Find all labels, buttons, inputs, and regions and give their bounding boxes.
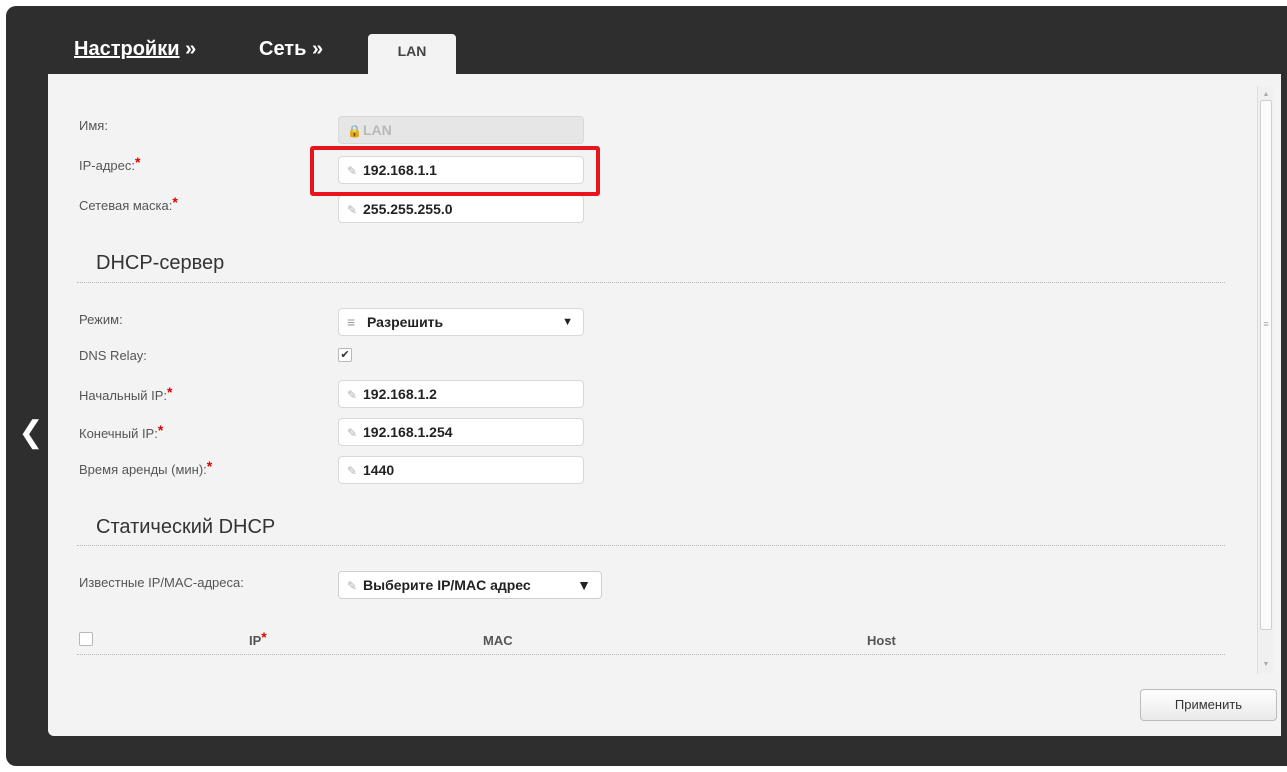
mask-label-text: Сетевая маска: <box>79 198 173 213</box>
pencil-icon: ✎ <box>347 464 358 478</box>
breadcrumb-settings: Настройки » <box>74 38 196 61</box>
start-ip-value: 192.168.1.2 <box>363 386 437 402</box>
ip-address-value: 192.168.1.1 <box>363 162 437 178</box>
name-value: LAN <box>363 122 392 138</box>
triangle-down-icon: ▼ <box>562 316 573 328</box>
pencil-icon: ✎ <box>347 203 358 217</box>
end-ip-input[interactable]: ✎ 192.168.1.254 <box>338 418 584 446</box>
lease-time-label-text: Время аренды (мин): <box>79 462 207 477</box>
table-header-divider <box>77 654 1225 655</box>
start-ip-label-text: Начальный IP: <box>79 388 167 403</box>
netmask-value: 255.255.255.0 <box>363 201 453 217</box>
triangle-down-icon: ▼ <box>577 577 591 593</box>
column-header-ip-text: IP <box>249 633 262 648</box>
vertical-scrollbar[interactable]: ▲ ≡ ▼ <box>1257 86 1273 674</box>
grip-icon: ≡ <box>1263 319 1269 329</box>
breadcrumb-separator: » <box>185 38 197 60</box>
known-addresses-placeholder: Выберите IP/MAC адрес <box>363 577 531 593</box>
back-chevron-icon[interactable]: ❮ <box>16 418 46 448</box>
mode-value: Разрешить <box>367 314 444 330</box>
ip-address-input[interactable]: ✎ 192.168.1.1 <box>338 156 584 184</box>
required-mark: * <box>206 458 213 474</box>
end-ip-value: 192.168.1.254 <box>363 424 453 440</box>
dns-relay-label: DNS Relay: <box>79 348 147 363</box>
required-mark: * <box>167 384 173 400</box>
known-addresses-select[interactable]: ✎ Выберите IP/MAC адрес ▼ <box>338 571 602 599</box>
name-field: 🔒LAN <box>338 116 584 144</box>
lease-time-input[interactable]: ✎ 1440 <box>338 456 584 484</box>
start-ip-input[interactable]: ✎ 192.168.1.2 <box>338 380 584 408</box>
list-icon: ≡ <box>347 314 356 330</box>
start-ip-label: Начальный IP:* <box>79 384 172 404</box>
netmask-input[interactable]: ✎ 255.255.255.0 <box>338 195 584 223</box>
scroll-down-icon[interactable]: ▼ <box>1258 658 1274 672</box>
settings-panel <box>48 74 1281 736</box>
end-ip-label: Конечный IP:* <box>79 422 163 442</box>
section-divider <box>77 282 1225 283</box>
known-addresses-label: Известные IP/MAC-адреса: <box>79 575 244 590</box>
column-header-ip: IP* <box>249 629 267 649</box>
pencil-icon: ✎ <box>347 164 358 178</box>
required-mark: * <box>157 422 164 438</box>
required-mark: * <box>172 194 178 210</box>
scroll-thumb[interactable]: ≡ <box>1260 100 1272 630</box>
breadcrumb-network-label: Сеть <box>259 38 307 60</box>
dhcp-section-title: DHCP-сервер <box>96 252 225 274</box>
required-mark: * <box>135 154 141 170</box>
section-divider <box>77 545 1225 546</box>
static-dhcp-section-title: Статический DHCP <box>96 516 276 538</box>
required-mark: * <box>261 629 267 645</box>
apply-button[interactable]: Применить <box>1140 689 1277 721</box>
pencil-icon: ✎ <box>347 579 358 593</box>
end-ip-label-text: Конечный IP: <box>79 426 158 441</box>
pencil-icon: ✎ <box>347 426 358 440</box>
breadcrumb-separator: » <box>311 38 324 60</box>
lease-time-label: Время аренды (мин):* <box>79 458 212 478</box>
ip-label-text: IP-адрес: <box>79 158 135 173</box>
select-all-checkbox[interactable] <box>79 632 93 646</box>
ip-label: IP-адрес:* <box>79 154 140 174</box>
mode-select[interactable]: ≡ Разрешить ▼ <box>338 308 584 336</box>
name-label: Имя: <box>79 118 108 133</box>
dns-relay-checkbox[interactable]: ✔ <box>338 348 352 362</box>
mask-label: Сетевая маска:* <box>79 194 178 214</box>
mode-label: Режим: <box>79 312 123 327</box>
lease-time-value: 1440 <box>363 462 395 478</box>
breadcrumb-settings-link[interactable]: Настройки <box>74 38 180 60</box>
lock-icon: 🔒 <box>347 124 362 138</box>
pencil-icon: ✎ <box>347 388 358 402</box>
tab-lan[interactable]: LAN <box>368 34 456 74</box>
column-header-host: Host <box>867 633 896 648</box>
breadcrumb-network: Сеть » <box>259 38 323 61</box>
column-header-mac: MAC <box>483 633 513 648</box>
